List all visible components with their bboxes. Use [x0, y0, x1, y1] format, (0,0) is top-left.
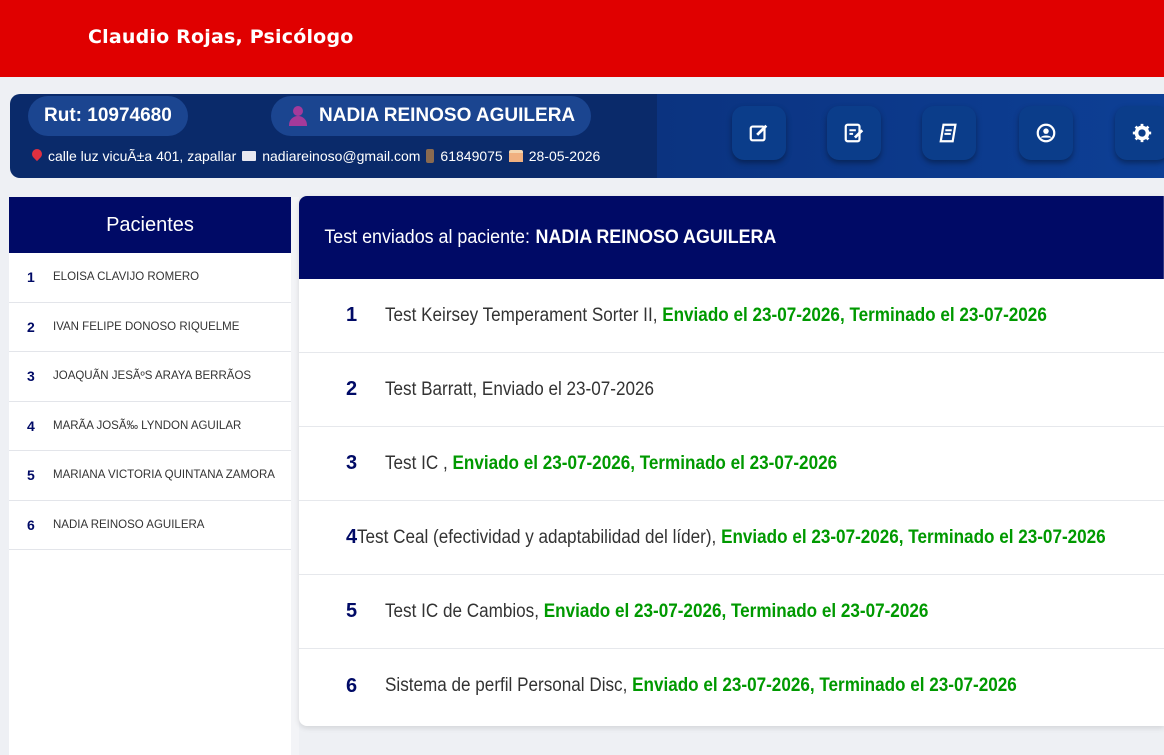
edit-note-icon	[844, 123, 864, 143]
test-row[interactable]: 2 Test Barratt, Enviado el 23-07-2026	[299, 353, 1164, 427]
test-row[interactable]: 3 Test IC , Enviado el 23-07-2026, Termin…	[299, 427, 1164, 501]
patient-list-item[interactable]: 4 MARÃ­A JOSÃ‰ LYNDON AGUILAR	[9, 402, 291, 451]
patient-list-name: JOAQUÃ­N JESÃºS ARAYA BERRÃ­OS	[53, 370, 252, 383]
edit-note-button[interactable]	[827, 106, 881, 160]
test-number: 6	[346, 674, 358, 697]
patient-info-bar: Rut: 10974680 NADIA REINOSO AGUILERA cal…	[10, 94, 1164, 178]
patient-list-name: NADIA REINOSO AGUILERA	[53, 518, 205, 531]
test-number: 2	[346, 378, 358, 400]
patient-list-name: IVAN FELIPE DONOSO RIQUELME	[53, 320, 240, 333]
tests-panel-header: Test enviados al paciente: NADIA REINOSO…	[299, 196, 1164, 279]
patient-list-item[interactable]: 1 ELOISA CLAVIJO ROMERO	[9, 253, 291, 303]
patients-sidebar: Pacientes 1 ELOISA CLAVIJO ROMERO 2 IVAN F…	[9, 197, 291, 755]
location-pin-icon	[32, 149, 42, 163]
patient-list-name: MARIANA VICTORIA QUINTANA ZAMORA	[53, 469, 275, 482]
patient-number: 2	[27, 318, 35, 335]
patient-email: nadiareinoso@gmail.com	[262, 148, 421, 164]
edit-button[interactable]	[732, 106, 786, 160]
test-name: Sistema de perfil Personal Disc,	[385, 675, 628, 696]
contact-line: calle luz vicuÃ±a 401, zapallar nadiarei…	[32, 148, 600, 164]
patient-address: calle luz vicuÃ±a 401, zapallar	[48, 148, 237, 164]
sidebar-title: Pacientes	[9, 197, 291, 253]
patient-birthdate: 28-05-2026	[528, 148, 601, 164]
test-number: 3	[346, 452, 358, 474]
patient-list-name: MARÃ­A JOSÃ‰ LYNDON AGUILAR	[53, 419, 242, 432]
patient-number: 3	[27, 368, 35, 385]
patient-list-item[interactable]: 2 IVAN FELIPE DONOSO RIQUELME	[9, 303, 291, 352]
test-number: 4	[346, 526, 358, 548]
test-name: Test Ceal (efectividad y adaptabilidad d…	[357, 526, 717, 548]
tests-title-prefix: Test enviados al paciente:	[324, 226, 530, 248]
sidebar-divider	[291, 197, 299, 755]
phone-icon	[426, 149, 435, 163]
user-circle-button[interactable]	[1019, 106, 1073, 160]
tests-panel: Test enviados al paciente: NADIA REINOSO…	[299, 196, 1164, 726]
book-button[interactable]	[922, 106, 976, 160]
patient-name: NADIA REINOSO AGUILERA	[319, 105, 576, 126]
test-status: Enviado el 23-07-2026, Terminado el 23-0…	[632, 675, 1017, 696]
person-icon	[289, 106, 307, 126]
tests-title-patient: NADIA REINOSO AGUILERA	[535, 226, 777, 248]
edit-icon	[749, 124, 768, 142]
patient-list-item[interactable]: 3 JOAQUÃ­N JESÃºS ARAYA BERRÃ­OS	[9, 352, 291, 402]
patient-list-name: ELOISA CLAVIJO ROMERO	[53, 271, 200, 284]
test-status: Enviado el 23-07-2026, Terminado el 23-0…	[721, 526, 1106, 548]
patient-list-item[interactable]: 6 NADIA REINOSO AGUILERA	[9, 501, 291, 550]
brand-title: Claudio Rojas, Psicólogo	[88, 26, 354, 48]
test-name: Test IC de Cambios,	[385, 600, 539, 622]
patient-phone: 61849075	[440, 148, 503, 164]
patient-number: 6	[27, 516, 35, 533]
test-status: Enviado el 23-07-2026, Terminado el 23-0…	[452, 452, 838, 474]
test-name: Test Barratt, Enviado el 23-07-2026	[385, 378, 655, 400]
mail-icon	[242, 151, 257, 161]
test-name: Test Keirsey Temperament Sorter II,	[385, 304, 658, 326]
top-bar: Claudio Rojas, Psicólogo	[0, 0, 1164, 77]
user-circle-icon	[1036, 123, 1056, 143]
test-row[interactable]: 6 Sistema de perfil Personal Disc, Enviad…	[299, 649, 1164, 723]
test-row[interactable]: 1 Test Keirsey Temperament Sorter II, Env…	[299, 279, 1164, 353]
test-status: Enviado el 23-07-2026, Terminado el 23-0…	[662, 304, 1047, 326]
patient-list-item[interactable]: 5 MARIANA VICTORIA QUINTANA ZAMORA	[9, 451, 291, 501]
test-name: Test IC ,	[385, 452, 448, 474]
patient-number: 4	[27, 417, 35, 434]
test-number: 5	[346, 600, 358, 622]
gear-icon	[1132, 123, 1152, 143]
test-row[interactable]: 5 Test IC de Cambios, Enviado el 23-07-20…	[299, 575, 1164, 649]
test-number: 1	[346, 304, 358, 326]
test-status: Enviado el 23-07-2026, Terminado el 23-0…	[543, 600, 929, 622]
test-row[interactable]: 4 Test Ceal (efectividad y adaptabilidad …	[299, 501, 1164, 575]
book-icon	[939, 123, 957, 143]
settings-button[interactable]	[1115, 106, 1164, 160]
patient-name-badge: NADIA REINOSO AGUILERA	[271, 96, 591, 136]
patient-number: 5	[27, 467, 35, 484]
toolbar-panel	[657, 94, 1164, 178]
rut-badge: Rut: 10974680	[28, 96, 188, 136]
patient-number: 1	[27, 269, 35, 286]
birthday-cake-icon	[508, 150, 523, 162]
